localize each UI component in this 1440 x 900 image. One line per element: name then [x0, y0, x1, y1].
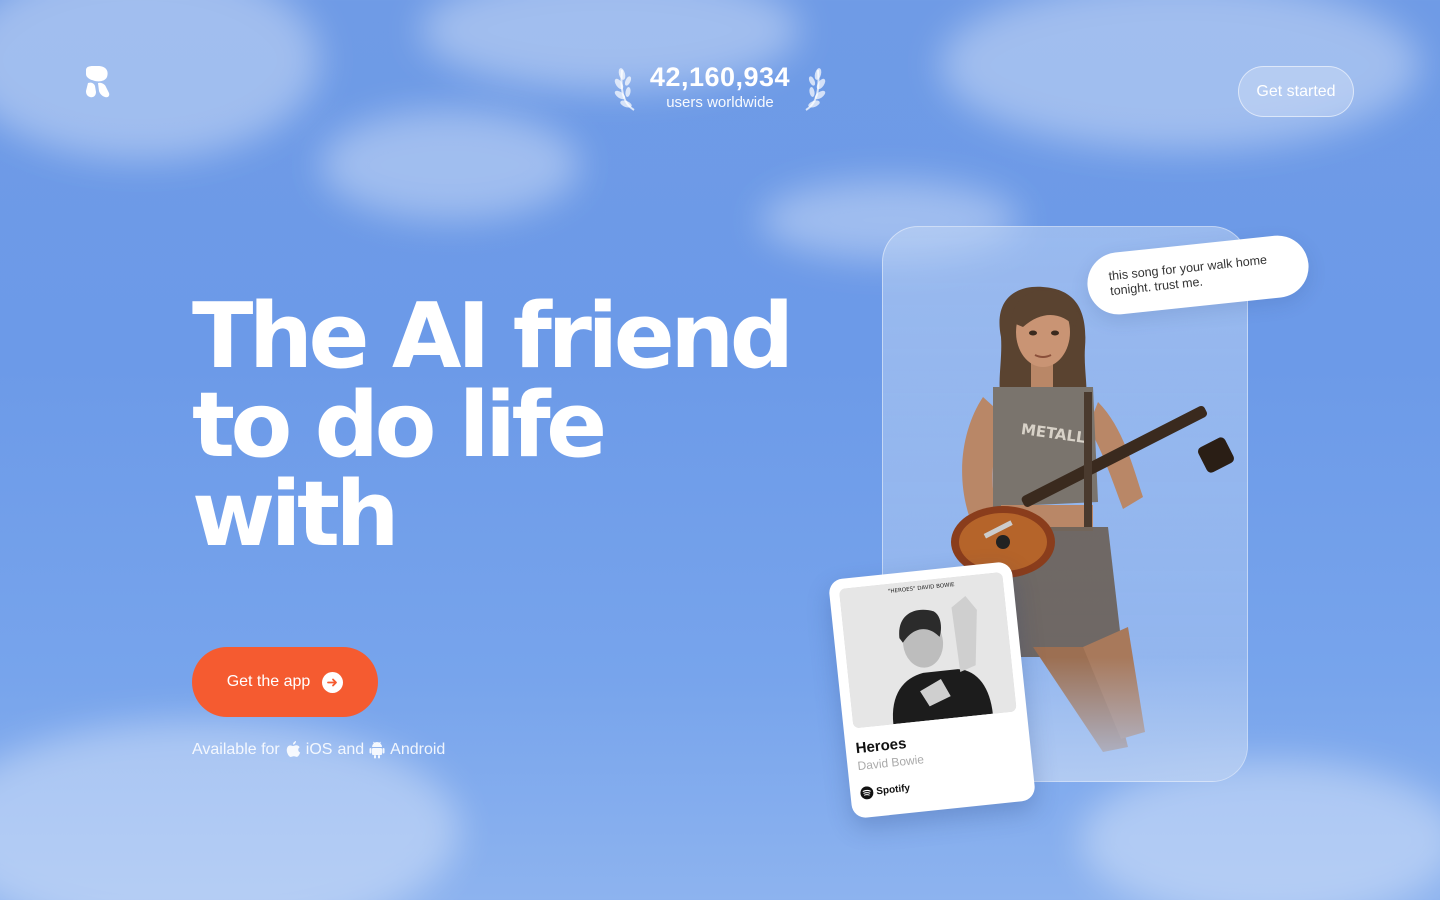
spotify-badge: Spotify — [860, 770, 1024, 800]
ios-label: iOS — [305, 741, 333, 758]
laurel-right-icon — [805, 68, 826, 111]
android-icon — [369, 741, 385, 759]
users-count: 42,160,934 — [649, 62, 791, 92]
availability-line: Available for iOS and Android — [192, 741, 445, 759]
arrow-right-icon — [322, 671, 344, 693]
users-stat: 42,160,934 users worldwide — [614, 60, 826, 116]
apple-icon — [286, 741, 300, 757]
cloud — [320, 110, 580, 220]
song-card[interactable]: "HEROES" DAVID BOWIE Heroes David Bowie … — [827, 561, 1037, 819]
chat-bubble-text: this song for your walk home tonight. tr… — [1107, 252, 1268, 299]
get-the-app-label: Get the app — [226, 673, 311, 690]
cloud — [0, 0, 320, 160]
hero-title-line: to do life — [192, 373, 607, 478]
android-label: Android — [390, 741, 446, 758]
spotify-label: Spotify — [875, 782, 911, 798]
spotify-icon — [860, 786, 874, 800]
and-word: and — [337, 741, 365, 758]
availability-prefix: Available for — [192, 741, 280, 758]
users-label: users worldwide — [666, 94, 774, 111]
album-cover: "HEROES" DAVID BOWIE — [838, 572, 1017, 729]
hero-title: The AI friend to do life with — [192, 284, 832, 567]
hero-title-line: with — [192, 462, 400, 567]
get-the-app-button[interactable]: Get the app — [192, 647, 378, 717]
get-started-button[interactable]: Get started — [1238, 66, 1354, 117]
replika-logo-icon[interactable] — [84, 66, 112, 98]
hero-title-line: The AI friend — [192, 284, 794, 389]
